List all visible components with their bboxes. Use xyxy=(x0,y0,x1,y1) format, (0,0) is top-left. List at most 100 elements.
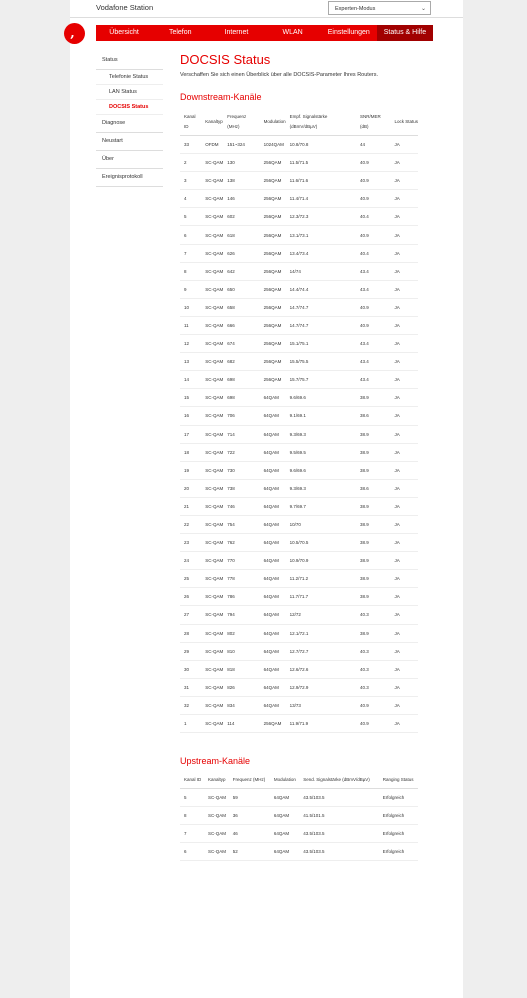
downstream-cell-snr: 38.9 xyxy=(356,388,391,408)
downstream-cell-frequenz: 778 xyxy=(223,569,260,589)
downstream-cell-lock-status: JA xyxy=(390,660,418,679)
downstream-cell-kanal-id: 28 xyxy=(180,624,202,643)
sidebar-item-ueber[interactable]: Über xyxy=(96,151,163,169)
table-row: 29 SC-QAM 810 64QAM 12.7/72.7 40.3 JA xyxy=(180,642,418,661)
ds-header-signalstaerke: Empf. Signalstärke (dBmV/dBµV) xyxy=(285,108,357,136)
table-row: 10 SC-QAM 658 256QAM 14.7/74.7 40.9 JA xyxy=(180,298,418,317)
downstream-cell-signalstaerke: 9.3/69.3 xyxy=(285,479,357,498)
downstream-cell-frequenz: 834 xyxy=(223,696,260,716)
upstream-cell-ranging-status: Erfolgreich xyxy=(378,824,418,844)
us-header-ranging-status: Ranging Status xyxy=(378,770,418,790)
downstream-cell-snr: 40.9 xyxy=(356,153,391,173)
downstream-cell-modulation: 1024QAM xyxy=(259,135,286,155)
downstream-cell-signalstaerke: 12.6/72.6 xyxy=(285,660,357,679)
table-row: 20 SC-QAM 738 64QAM 9.3/69.3 38.6 JA xyxy=(180,479,418,498)
downstream-cell-modulation: 256QAM xyxy=(259,370,286,390)
downstream-cell-kanaltyp: SC-QAM xyxy=(201,280,223,299)
vodafone-logo[interactable]: ‚ xyxy=(64,23,85,44)
downstream-cell-kanal-id: 32 xyxy=(180,696,202,716)
upstream-cell-modulation: 64QAM xyxy=(269,824,300,844)
station-title: Vodafone Station xyxy=(96,3,154,12)
downstream-cell-snr: 40.3 xyxy=(356,678,391,697)
upstream-cell-modulation: 64QAM xyxy=(269,806,300,826)
downstream-cell-kanaltyp: SC-QAM xyxy=(201,171,223,191)
downstream-cell-kanaltyp: SC-QAM xyxy=(201,388,223,408)
downstream-cell-lock-status: JA xyxy=(390,225,418,245)
downstream-cell-modulation: 256QAM xyxy=(259,189,286,209)
downstream-cell-signalstaerke: 14/74 xyxy=(285,262,357,281)
downstream-cell-kanaltyp: SC-QAM xyxy=(201,207,223,227)
downstream-cell-modulation: 256QAM xyxy=(259,207,286,227)
table-row: 9 SC-QAM 650 256QAM 14.4/74.4 43.4 JA xyxy=(180,280,418,299)
downstream-cell-frequenz: 714 xyxy=(223,425,260,444)
downstream-cell-snr: 40.3 xyxy=(356,642,391,661)
downstream-cell-kanal-id: 14 xyxy=(180,370,202,390)
upstream-cell-frequenz: 59 xyxy=(228,788,270,808)
downstream-cell-frequenz: 698 xyxy=(223,370,260,390)
upstream-cell-modulation: 64QAM xyxy=(269,788,300,808)
downstream-cell-lock-status: JA xyxy=(390,425,418,444)
mode-select[interactable]: Experten-Modus ⌄ xyxy=(328,1,431,15)
downstream-cell-signalstaerke: 10.8/70.8 xyxy=(285,135,357,155)
nav-wlan[interactable]: WLAN xyxy=(265,25,321,41)
us-header-frequenz: Frequenz (MHz) xyxy=(228,770,270,790)
downstream-cell-frequenz: 770 xyxy=(223,551,260,571)
downstream-cell-signalstaerke: 9.6/69.6 xyxy=(285,388,357,408)
table-row: 5 SC-QAM 59 64QAM 43.5/103.5 Erfolgreich xyxy=(180,788,418,808)
downstream-cell-modulation: 64QAM xyxy=(259,569,286,589)
sidebar-item-lan-status[interactable]: LAN Status xyxy=(96,85,163,100)
downstream-cell-kanaltyp: SC-QAM xyxy=(201,406,223,426)
page-title: DOCSIS Status xyxy=(180,52,271,67)
upstream-cell-kanal-id: 7 xyxy=(180,824,204,844)
downstream-cell-frequenz: 698 xyxy=(223,388,260,408)
downstream-cell-modulation: 64QAM xyxy=(259,587,286,607)
nav-uebersicht[interactable]: Übersicht xyxy=(96,25,152,41)
downstream-cell-modulation: 64QAM xyxy=(259,425,286,444)
table-row: 7 SC-QAM 626 256QAM 13.4/73.4 40.4 JA xyxy=(180,244,418,263)
downstream-cell-snr: 43.4 xyxy=(356,352,391,372)
upstream-cell-kanaltyp: SC-QAM xyxy=(203,824,229,844)
downstream-cell-frequenz: 738 xyxy=(223,479,260,498)
downstream-cell-snr: 38.6 xyxy=(356,406,391,426)
nav-internet[interactable]: Internet xyxy=(208,25,264,41)
downstream-cell-lock-status: JA xyxy=(390,515,418,535)
downstream-cell-frequenz: 114 xyxy=(223,714,260,734)
main-nav: Übersicht Telefon Internet WLAN Einstell… xyxy=(96,25,434,41)
sidebar-item-neustart[interactable]: Neustart xyxy=(96,133,163,151)
downstream-cell-kanal-id: 29 xyxy=(180,642,202,661)
table-row: 3 SC-QAM 138 256QAM 11.6/71.6 40.9 JA xyxy=(180,171,418,191)
nav-einstellungen[interactable]: Einstellungen xyxy=(321,25,377,41)
table-row: 12 SC-QAM 674 256QAM 15.1/75.1 43.4 JA xyxy=(180,334,418,354)
downstream-cell-kanal-id: 3 xyxy=(180,171,202,191)
sidebar-item-telefonie-status[interactable]: Telefonie Status xyxy=(96,70,163,85)
downstream-cell-modulation: 64QAM xyxy=(259,461,286,480)
downstream-cell-kanaltyp: SC-QAM xyxy=(201,352,223,372)
downstream-cell-kanaltyp: SC-QAM xyxy=(201,370,223,390)
downstream-cell-lock-status: JA xyxy=(390,479,418,498)
downstream-cell-snr: 40.9 xyxy=(356,714,391,734)
downstream-cell-signalstaerke: 11.2/71.2 xyxy=(285,569,357,589)
sidebar-item-docsis-status[interactable]: DOCSIS Status xyxy=(96,100,163,115)
downstream-cell-signalstaerke: 12/72 xyxy=(285,605,357,625)
downstream-cell-signalstaerke: 11.6/71.6 xyxy=(285,171,357,191)
sidebar-item-status[interactable]: Status xyxy=(96,52,163,70)
ds-header-kanal-id: Kanal ID xyxy=(180,108,202,136)
nav-telefon[interactable]: Telefon xyxy=(152,25,208,41)
downstream-cell-kanal-id: 22 xyxy=(180,515,202,535)
downstream-cell-kanaltyp: SC-QAM xyxy=(201,425,223,444)
downstream-cell-kanal-id: 9 xyxy=(180,280,202,299)
downstream-cell-kanal-id: 1 xyxy=(180,714,202,734)
downstream-cell-frequenz: 130 xyxy=(223,153,260,173)
downstream-cell-signalstaerke: 14.7/74.7 xyxy=(285,316,357,336)
downstream-cell-signalstaerke: 10.5/70.5 xyxy=(285,533,357,553)
sidebar-item-ereignisprotokoll[interactable]: Ereignisprotokoll xyxy=(96,169,163,187)
sidebar-item-diagnose[interactable]: Diagnose xyxy=(96,115,163,133)
downstream-cell-kanaltyp: SC-QAM xyxy=(201,225,223,245)
downstream-cell-lock-status: JA xyxy=(390,406,418,426)
downstream-cell-signalstaerke: 13/73 xyxy=(285,696,357,716)
us-header-modulation: Modulation xyxy=(269,770,300,790)
nav-status-hilfe[interactable]: Status & Hilfe xyxy=(376,25,434,41)
downstream-cell-modulation: 256QAM xyxy=(259,262,286,281)
table-row: 7 SC-QAM 46 64QAM 43.5/103.5 Erfolgreich xyxy=(180,824,418,844)
table-row: 21 SC-QAM 746 64QAM 9.7/69.7 38.9 JA xyxy=(180,497,418,516)
